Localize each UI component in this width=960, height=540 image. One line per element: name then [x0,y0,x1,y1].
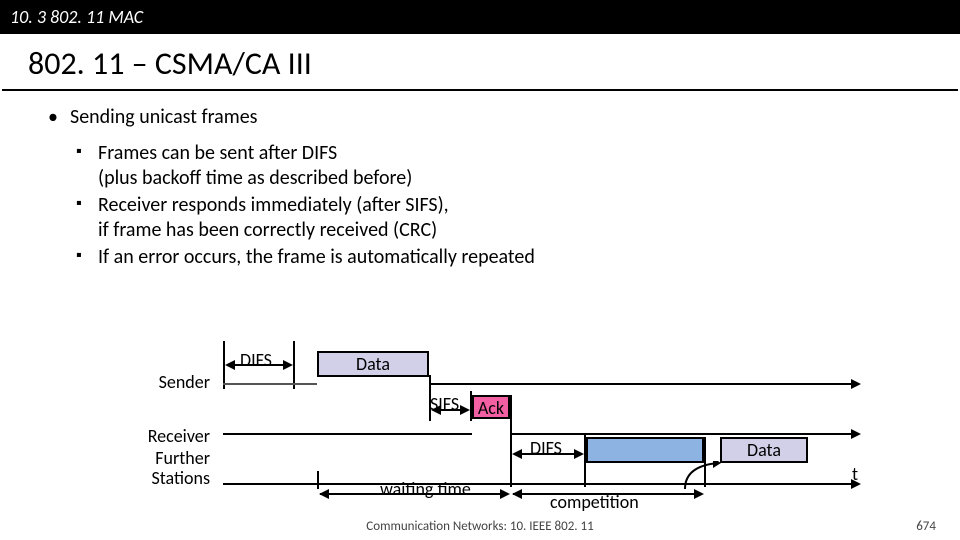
sender-pre-difs-line [223,383,293,385]
difs2-arrow-right [574,449,584,459]
sender-difs-end-tick [293,341,295,389]
waiting-arrow-right [500,489,510,499]
sub-bullet-1: Frames can be sent after DIFS (plus back… [76,141,932,191]
difs-arrow-line [230,364,288,366]
competition-arrow-left [512,489,522,499]
section-header: 10. 3 802. 11 MAC [0,0,960,34]
curved-arrow-icon [680,461,730,493]
sub-bullet-list: Frames can be sent after DIFS (plus back… [48,141,932,270]
competition-label: competition [550,491,639,513]
waiting-time-label: waiting time [380,478,471,500]
ack-frame-box: Ack [472,395,510,419]
waiting-arrow-left [319,489,329,499]
sender-timeline [429,383,853,385]
sub-bullet-3: If an error occurs, the frame is automat… [76,245,932,270]
further-stations-label: Further Stations [120,449,210,489]
receiver-timeline-right [510,433,853,435]
footer-text: Communication Networks: 10. IEEE 802. 11 [0,519,960,534]
page-number: 674 [916,519,936,534]
competition-box [586,437,704,463]
sifs-arrow-right [460,405,470,415]
further-start-tick [317,471,319,489]
sender-timeline-arrow [851,379,861,389]
receiver-label: Receiver [120,425,210,447]
time-axis-label: t [852,463,858,485]
competition-arrow-right [694,489,704,499]
difs-label-1: DIFS [240,349,272,371]
sender-gap-line [293,383,317,385]
ack-end-tick [510,395,512,487]
difs2-arrow-line [517,453,577,455]
page-title: 802. 11 – CSMA/CA III [0,34,960,89]
sub-bullet-2: Receiver responds immediately (after SIF… [76,193,932,243]
difs-label-2: DIFS [530,437,562,459]
data-frame-box: Data [317,351,429,377]
sender-label: Sender [120,371,210,393]
content-area: Sending unicast frames Frames can be sen… [0,91,960,270]
receiver-timeline-arrow [851,429,861,439]
data-frame-box-2: Data [720,437,808,463]
main-bullet: Sending unicast frames [48,105,932,129]
timing-diagram: Sender Receiver Further Stations DIFS Da… [120,345,880,525]
receiver-timeline-left [223,433,472,435]
